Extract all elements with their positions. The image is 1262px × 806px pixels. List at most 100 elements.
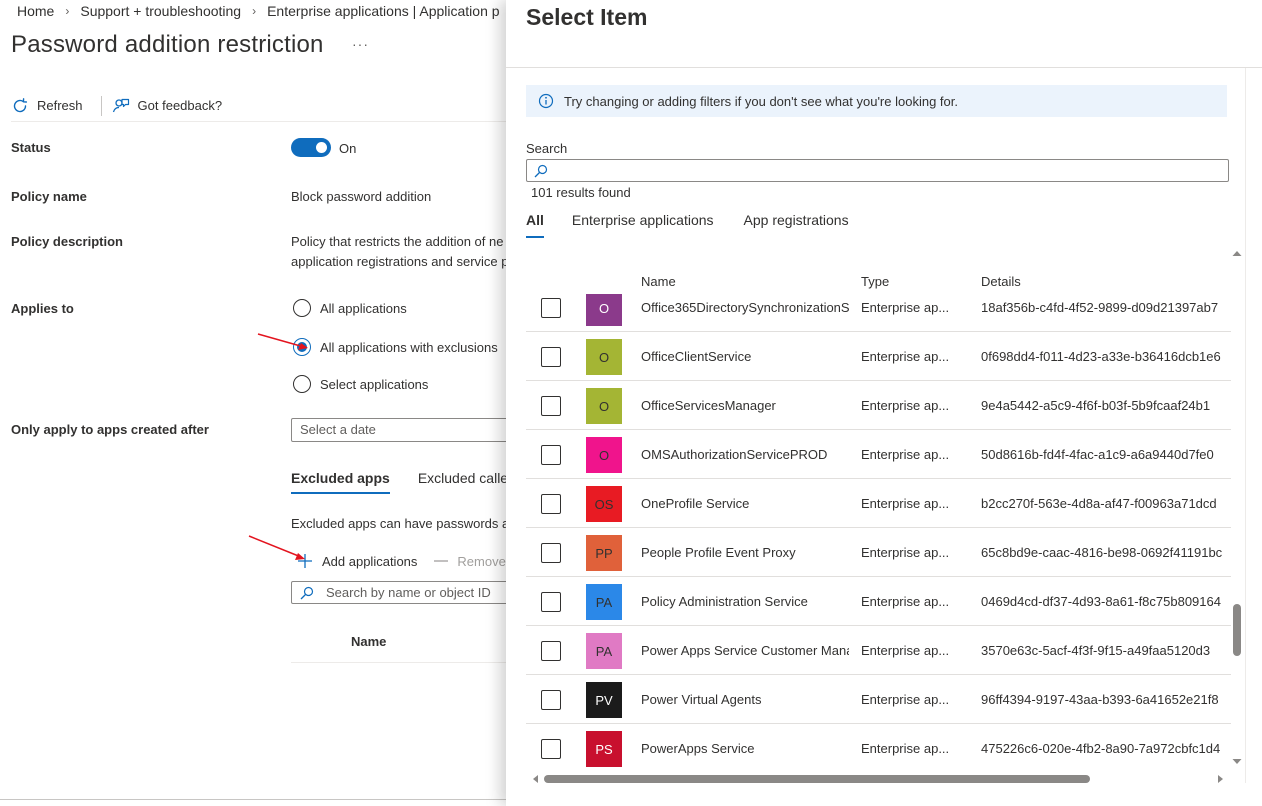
app-avatar: PP: [586, 535, 622, 571]
radio-label: All applications with exclusions: [320, 339, 498, 355]
remove-button[interactable]: Remove: [433, 553, 506, 569]
app-details: 3570e63c-5acf-4f3f-9f15-a49faa5120d3: [981, 643, 1211, 658]
row-checkbox[interactable]: [541, 641, 561, 661]
tab-app-registrations[interactable]: App registrations: [744, 212, 849, 238]
panel-scroll-divider: [1245, 68, 1246, 783]
app-name: PowerApps Service: [641, 741, 755, 756]
app-type: Enterprise ap...: [861, 398, 950, 413]
add-applications-label: Add applications: [322, 553, 418, 569]
table-row[interactable]: O OMSAuthorizationServicePROD Enterprise a…: [526, 430, 1231, 479]
app-avatar: PA: [586, 633, 622, 669]
scroll-left-arrow-icon[interactable]: [530, 774, 540, 784]
row-checkbox[interactable]: [541, 396, 561, 416]
app-type: Enterprise ap...: [861, 545, 950, 560]
refresh-button[interactable]: Refresh: [11, 92, 91, 120]
app-type: Enterprise ap...: [861, 300, 950, 315]
refresh-label: Refresh: [37, 98, 83, 113]
table-row[interactable]: O OfficeClientService Enterprise ap... 0f69…: [526, 332, 1231, 381]
name-column-header[interactable]: Name: [351, 634, 386, 649]
table-row[interactable]: PS PowerApps Service Enterprise ap... 47522…: [526, 724, 1231, 770]
breadcrumb: Home › Support + troubleshooting › Enter…: [17, 3, 500, 19]
table-row[interactable]: OS OneProfile Service Enterprise ap... b2cc…: [526, 479, 1231, 528]
row-checkbox[interactable]: [541, 445, 561, 465]
minus-icon: [434, 560, 449, 562]
app-name: OfficeClientService: [641, 349, 752, 364]
add-applications-button[interactable]: Add applications: [297, 553, 417, 569]
app-avatar: OS: [586, 486, 622, 522]
excluded-apps-description: Excluded apps can have passwords ac: [291, 516, 506, 531]
table-row[interactable]: O Office365DirectorySynchronizationSe Ente…: [526, 294, 1231, 332]
radio-select-applications[interactable]: Select applications: [293, 375, 428, 393]
table-row[interactable]: PA Power Apps Service Customer Mana Enterp…: [526, 626, 1231, 675]
table-row[interactable]: O OfficeServicesManager Enterprise ap... 9e…: [526, 381, 1231, 430]
horizontal-scrollbar-thumb[interactable]: [544, 775, 1090, 783]
panel-search-input[interactable]: [526, 159, 1229, 182]
row-checkbox[interactable]: [541, 739, 561, 759]
app-details: 475226c6-020e-4fb2-8a90-7a972cbfc1d4: [981, 741, 1221, 756]
radio-button[interactable]: [293, 375, 311, 393]
radio-all-applications[interactable]: All applications: [293, 299, 407, 317]
app-type: Enterprise ap...: [861, 447, 950, 462]
header-divider: [291, 662, 506, 663]
exclusion-tabs: Excluded apps Excluded callers: [291, 470, 506, 494]
app-name: OMSAuthorizationServicePROD: [641, 447, 828, 462]
vertical-scrollbar-thumb[interactable]: [1233, 604, 1241, 656]
row-checkbox[interactable]: [541, 494, 561, 514]
app-avatar: O: [586, 339, 622, 375]
app-avatar: O: [586, 294, 622, 326]
row-checkbox[interactable]: [541, 690, 561, 710]
tab-enterprise-applications[interactable]: Enterprise applications: [572, 212, 714, 238]
app-avatar: PA: [586, 584, 622, 620]
results-count: 101 results found: [531, 185, 631, 200]
breadcrumb-home[interactable]: Home: [17, 3, 54, 19]
column-header-type[interactable]: Type: [861, 274, 889, 289]
radio-all-with-exclusions[interactable]: All applications with exclusions: [293, 338, 498, 356]
app-name: Power Apps Service Customer Mana: [641, 643, 849, 658]
app-name: OneProfile Service: [641, 496, 750, 511]
search-icon: [300, 586, 314, 599]
app-details: 0469d4cd-df37-4d93-8a61-f8c75b809164: [981, 594, 1221, 609]
panel-title: Select Item: [526, 4, 648, 30]
column-header-details[interactable]: Details: [981, 274, 1021, 289]
chevron-right-icon: ›: [252, 4, 257, 18]
excluded-apps-search-input[interactable]: Search by name or object ID: [291, 581, 506, 604]
breadcrumb-support[interactable]: Support + troubleshooting: [80, 3, 241, 19]
horizontal-scrollbar[interactable]: [530, 772, 1230, 786]
more-options-button[interactable]: ···: [352, 36, 369, 52]
row-checkbox[interactable]: [541, 298, 561, 318]
info-message-text: Try changing or adding filters if you do…: [564, 93, 958, 109]
app-details: 18af356b-c4fd-4f52-9899-d09d21397ab7: [981, 300, 1219, 315]
tab-excluded-apps[interactable]: Excluded apps: [291, 470, 390, 494]
row-checkbox[interactable]: [541, 543, 561, 563]
app-avatar: O: [586, 437, 622, 473]
app-type: Enterprise ap...: [861, 496, 950, 511]
row-checkbox[interactable]: [541, 592, 561, 612]
app-avatar: PS: [586, 731, 622, 767]
policy-description-line1: Policy that restricts the addition of ne: [291, 234, 504, 249]
app-details: 96ff4394-9197-43aa-b393-6a41652e21f8: [981, 692, 1219, 707]
row-checkbox[interactable]: [541, 347, 561, 367]
app-type: Enterprise ap...: [861, 594, 950, 609]
search-placeholder: Search by name or object ID: [326, 585, 491, 600]
app-details: 65c8bd9e-caac-4816-be98-0692f41191bc: [981, 545, 1223, 560]
tab-all[interactable]: All: [526, 212, 544, 238]
scroll-up-arrow-icon[interactable]: [1231, 248, 1243, 258]
info-message-bar: Try changing or adding filters if you do…: [526, 85, 1227, 117]
page-title: Password addition restriction: [11, 31, 324, 58]
radio-button[interactable]: [293, 299, 311, 317]
table-row[interactable]: PV Power Virtual Agents Enterprise ap... 96…: [526, 675, 1231, 724]
toggle-knob: [316, 142, 327, 153]
feedback-button[interactable]: Got feedback?: [112, 92, 231, 120]
grid-rows: O Office365DirectorySynchronizationSe Ente…: [526, 294, 1231, 770]
app-name: Power Virtual Agents: [641, 692, 762, 707]
table-row[interactable]: PA Policy Administration Service Enterpris…: [526, 577, 1231, 626]
table-row[interactable]: PP People Profile Event Proxy Enterprise a…: [526, 528, 1231, 577]
status-toggle[interactable]: [291, 138, 331, 157]
column-header-name[interactable]: Name: [641, 274, 676, 289]
panel-header-divider: [506, 67, 1262, 68]
date-picker-input[interactable]: Select a date: [291, 418, 506, 442]
breadcrumb-enterprise-apps[interactable]: Enterprise applications | Application p: [267, 3, 499, 19]
scroll-right-arrow-icon[interactable]: [1216, 774, 1226, 784]
tab-excluded-callers[interactable]: Excluded callers: [418, 470, 506, 494]
scroll-down-arrow-icon[interactable]: [1231, 757, 1243, 767]
